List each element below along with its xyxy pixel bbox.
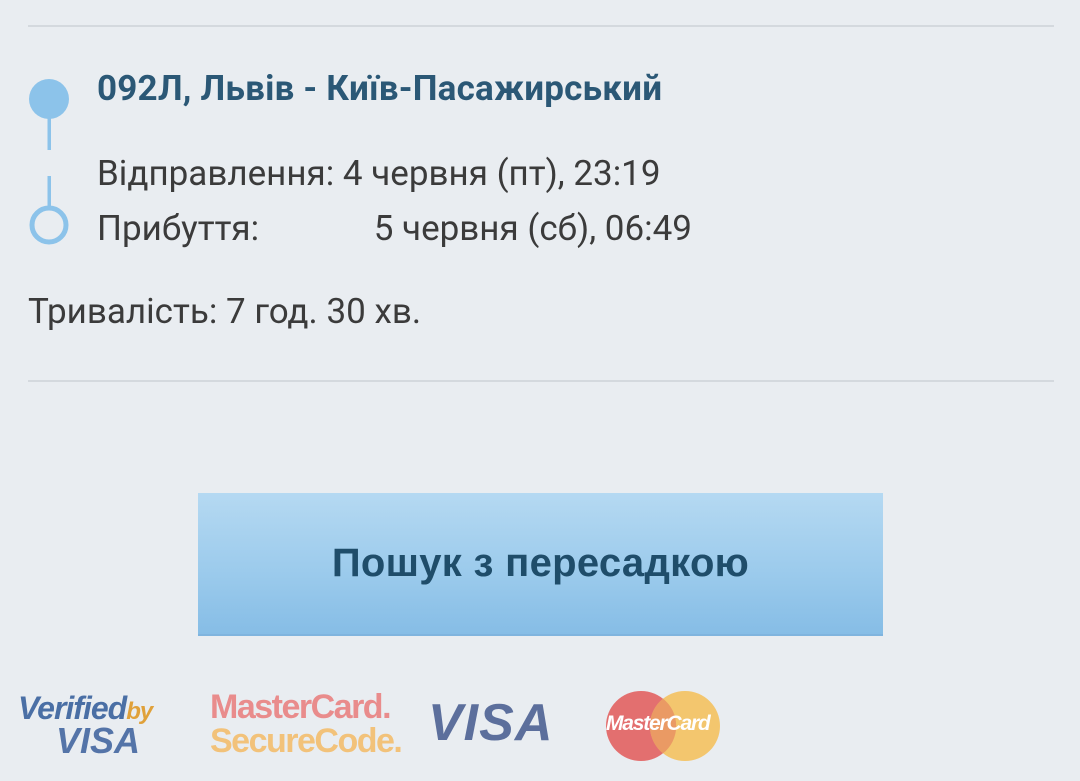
departure-row: Відправлення: 4 червня (пт), 23:19: [97, 153, 661, 194]
mastercard-securecode-line2: SecureCode.: [210, 722, 403, 760]
transfer-search-button-label: Пошук з пересадкою: [331, 541, 750, 585]
mastercard-wordmark: MasterCard: [606, 712, 711, 735]
train-route-title: 092Л, Львів - Київ-Пасажирський: [97, 68, 663, 109]
transfer-search-button[interactable]: Пошук з пересадкою: [198, 493, 883, 636]
arrival-value: 5 червня (сб), 06:49: [373, 208, 692, 249]
departure-value: 4 червня (пт), 23:19: [342, 153, 661, 194]
mastercard-logo: MasterCard: [604, 690, 722, 762]
arrival-row: Прибуття: 5 червня (сб), 06:49: [97, 208, 692, 249]
verified-visa-text: VISA: [56, 720, 141, 761]
trip-duration: Тривалість: 7 год. 30 хв.: [28, 291, 422, 332]
bottom-divider: [28, 380, 1054, 382]
visa-logo: VISA: [428, 694, 554, 752]
route-timeline-icon: [29, 79, 69, 245]
top-divider: [28, 25, 1054, 27]
train-details-page: 092Л, Львів - Київ-Пасажирський Відправл…: [0, 0, 1080, 781]
departure-label: Відправлення:: [97, 153, 335, 194]
verified-by-visa-logo: Verifiedby VISA: [18, 690, 178, 761]
mastercard-securecode-logo: MasterCard. SecureCode.: [210, 688, 403, 760]
arrival-label: Прибуття:: [97, 208, 260, 249]
